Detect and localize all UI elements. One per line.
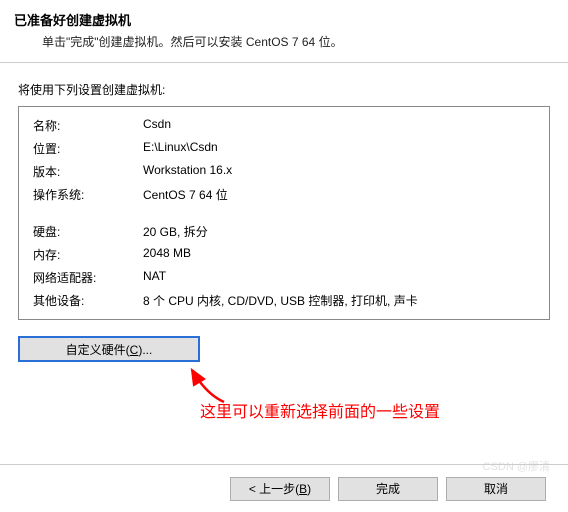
summary-value: NAT: [143, 269, 535, 286]
summary-label: 网络适配器:: [33, 269, 143, 286]
summary-value: E:\Linux\Csdn: [143, 140, 535, 157]
summary-label: 位置:: [33, 140, 143, 157]
wizard-header: 已准备好创建虚拟机 单击"完成"创建虚拟机。然后可以安装 CentOS 7 64…: [0, 0, 568, 63]
cancel-button[interactable]: 取消: [446, 477, 546, 501]
summary-label: 操作系统:: [33, 186, 143, 203]
settings-summary-box: 名称: Csdn 位置: E:\Linux\Csdn 版本: Workstati…: [18, 106, 550, 320]
finish-button[interactable]: 完成: [338, 477, 438, 501]
dialog-footer: < 上一步(B) 完成 取消: [0, 464, 568, 512]
summary-value: CentOS 7 64 位: [143, 186, 535, 203]
summary-value: Workstation 16.x: [143, 163, 535, 180]
summary-row: 名称: Csdn: [33, 117, 535, 134]
summary-row: 操作系统: CentOS 7 64 位: [33, 186, 535, 203]
summary-value: 2048 MB: [143, 246, 535, 263]
page-subtitle: 单击"完成"创建虚拟机。然后可以安装 CentOS 7 64 位。: [42, 33, 554, 50]
summary-row: 版本: Workstation 16.x: [33, 163, 535, 180]
annotation-text: 这里可以重新选择前面的一些设置: [200, 398, 440, 422]
summary-label: 版本:: [33, 163, 143, 180]
summary-row: 内存: 2048 MB: [33, 246, 535, 263]
page-title: 已准备好创建虚拟机: [14, 10, 554, 29]
summary-row: 位置: E:\Linux\Csdn: [33, 140, 535, 157]
summary-value: Csdn: [143, 117, 535, 134]
summary-row: 其他设备: 8 个 CPU 内核, CD/DVD, USB 控制器, 打印机, …: [33, 292, 535, 309]
customize-hardware-button[interactable]: 自定义硬件(C)...: [18, 336, 200, 362]
summary-value: 8 个 CPU 内核, CD/DVD, USB 控制器, 打印机, 声卡: [143, 292, 535, 309]
summary-label: 硬盘:: [33, 223, 143, 240]
summary-label: 内存:: [33, 246, 143, 263]
back-button[interactable]: < 上一步(B): [230, 477, 330, 501]
summary-value: 20 GB, 拆分: [143, 223, 535, 240]
summary-label: 其他设备:: [33, 292, 143, 309]
settings-section-label: 将使用下列设置创建虚拟机:: [18, 81, 568, 98]
summary-label: 名称:: [33, 117, 143, 134]
summary-row: 硬盘: 20 GB, 拆分: [33, 223, 535, 240]
summary-row: 网络适配器: NAT: [33, 269, 535, 286]
